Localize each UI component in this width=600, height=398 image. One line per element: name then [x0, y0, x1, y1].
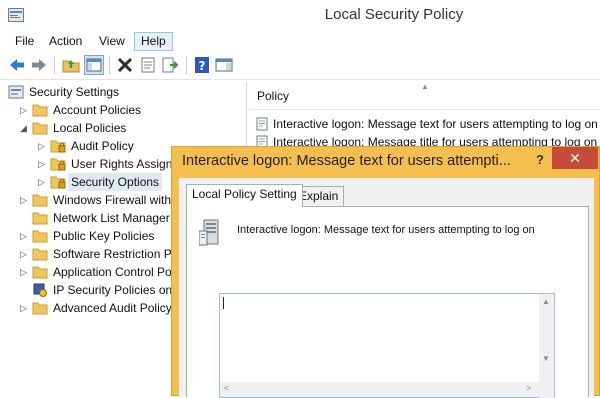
dialog-help-button[interactable]: ?	[530, 150, 550, 170]
tree-item-label: User Rights Assignm	[71, 157, 183, 171]
folder-icon	[32, 211, 48, 225]
policy-document-icon	[255, 117, 269, 131]
menu-bar: File Action View Help	[0, 31, 600, 51]
collapsed-arrow-icon[interactable]: ▷	[38, 155, 48, 173]
tree-item-label: Application Control Pol	[53, 265, 175, 279]
text-caret	[223, 297, 224, 309]
tree-item-label: Network List Manager P	[53, 211, 182, 225]
toolbar-separator	[54, 56, 55, 74]
locked-folder-icon	[50, 139, 66, 153]
forward-arrow-icon[interactable]	[29, 55, 49, 75]
scroll-left-icon[interactable]: <	[224, 383, 229, 393]
sort-ascending-icon: ▲	[421, 82, 429, 91]
menu-action[interactable]: Action	[43, 33, 88, 50]
tree-item-label: Public Key Policies	[53, 229, 155, 243]
menu-view[interactable]: View	[93, 33, 131, 50]
toolbar-separator	[109, 56, 110, 74]
menu-help[interactable]: Help	[134, 32, 173, 51]
toolbar-separator	[186, 56, 187, 74]
dialog-body: Local Policy Setting Explain Interactive…	[179, 178, 594, 398]
tree-item-label: Audit Policy	[71, 139, 134, 153]
collapsed-arrow-icon	[20, 209, 30, 227]
collapsed-arrow-icon[interactable]: ▷	[20, 263, 30, 281]
collapsed-arrow-icon[interactable]: ▷	[20, 299, 30, 317]
policy-column-header[interactable]: Policy ▲	[249, 82, 600, 110]
locked-folder-icon	[50, 175, 66, 189]
title-bar: Local Security Policy	[0, 0, 600, 31]
show-hide-action-pane-icon[interactable]	[214, 55, 234, 75]
expanded-arrow-icon[interactable]: ◢	[20, 119, 30, 137]
message-text-input[interactable]: ▲ ▼ < >	[219, 293, 555, 398]
help-icon[interactable]: ?	[192, 55, 212, 75]
scroll-up-icon[interactable]: ▲	[542, 297, 550, 306]
collapsed-arrow-icon[interactable]: ▷	[38, 137, 48, 155]
tree-item-label: Software Restriction Po	[53, 247, 179, 261]
up-folder-icon[interactable]	[61, 55, 81, 75]
tree-item-label: Account Policies	[53, 103, 142, 117]
ip-security-icon	[32, 283, 48, 297]
policy-server-icon	[199, 219, 219, 246]
folder-icon	[32, 247, 48, 261]
collapsed-arrow-icon	[20, 281, 30, 299]
folder-icon	[32, 193, 48, 207]
collapsed-arrow-icon[interactable]: ▷	[20, 245, 30, 263]
scroll-right-icon[interactable]: >	[526, 383, 531, 393]
dialog-title: Interactive logon: Message text for user…	[182, 153, 511, 169]
tree-item-label: IP Security Policies on L	[53, 283, 183, 297]
folder-icon	[32, 121, 48, 135]
tab-panel: Interactive logon: Message text for user…	[186, 206, 589, 398]
properties-icon[interactable]	[138, 55, 158, 75]
collapsed-arrow-icon[interactable]: ▷	[20, 227, 30, 245]
delete-icon[interactable]	[115, 55, 135, 75]
window-title: Local Security Policy	[324, 6, 464, 23]
scroll-down-icon[interactable]: ▼	[542, 354, 550, 363]
tree-item-label: Local Policies	[53, 121, 127, 135]
tab-local-policy-setting[interactable]: Local Policy Setting	[186, 184, 303, 207]
horizontal-scrollbar[interactable]: < >	[220, 382, 540, 397]
show-hide-tree-icon[interactable]	[84, 55, 104, 75]
svg-text:?: ?	[199, 59, 206, 73]
folder-icon	[32, 301, 48, 315]
folder-icon	[32, 265, 48, 279]
policy-row-label: Interactive logon: Message text for user…	[273, 117, 598, 131]
export-list-icon[interactable]	[160, 55, 180, 75]
tree-item-label: Windows Firewall with A	[53, 193, 182, 207]
back-arrow-icon[interactable]	[7, 55, 27, 75]
folder-icon	[32, 103, 48, 117]
policy-name: Interactive logon: Message text for user…	[237, 224, 535, 236]
policy-column-label: Policy	[257, 89, 290, 103]
folder-icon	[32, 229, 48, 243]
dialog-close-button[interactable]: ✕	[552, 147, 598, 169]
toolbar: ?	[0, 51, 600, 80]
tree-item-label: Advanced Audit Policy	[53, 301, 172, 315]
locked-folder-icon	[50, 157, 66, 171]
policy-properties-dialog: Interactive logon: Message text for user…	[171, 146, 600, 398]
security-settings-icon	[8, 85, 24, 99]
menu-file[interactable]: File	[9, 33, 40, 50]
tree-item-label: Security Options	[68, 173, 163, 191]
collapsed-arrow-icon[interactable]: ▷	[38, 173, 48, 191]
collapsed-arrow-icon[interactable]: ▷	[20, 101, 30, 119]
vertical-scrollbar[interactable]: ▲ ▼	[539, 294, 554, 398]
collapsed-arrow-icon[interactable]: ▷	[20, 191, 30, 209]
